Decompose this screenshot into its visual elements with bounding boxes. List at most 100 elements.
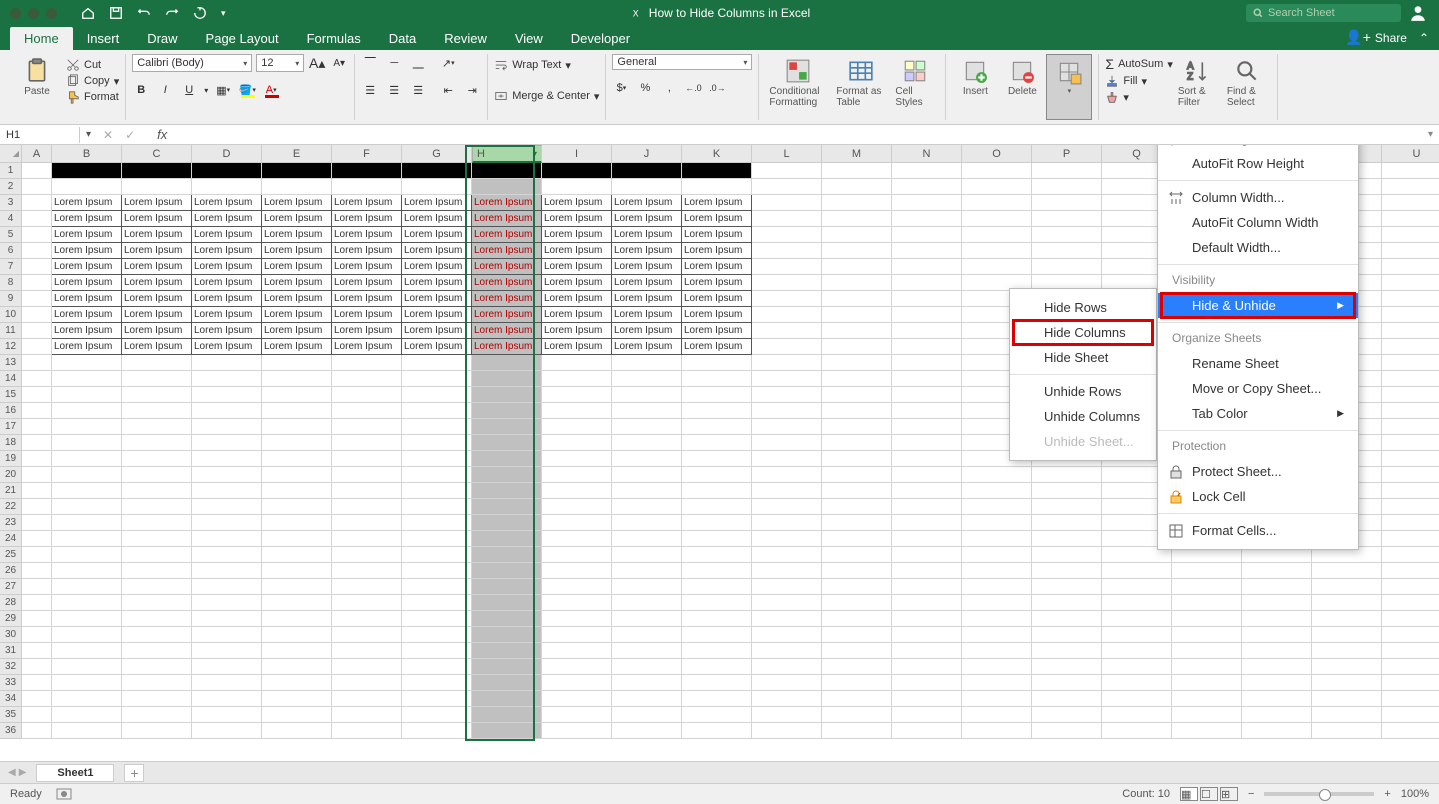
cell[interactable] <box>22 691 52 707</box>
cell[interactable] <box>752 499 822 515</box>
cell[interactable] <box>1382 227 1439 243</box>
home-icon[interactable] <box>81 6 95 20</box>
add-sheet-button[interactable]: + <box>124 764 144 782</box>
cell[interactable] <box>962 723 1032 739</box>
cell[interactable]: Lorem Ipsum <box>612 227 682 243</box>
cell[interactable]: Lorem Ipsum <box>122 227 192 243</box>
cell[interactable]: Lorem Ipsum <box>542 259 612 275</box>
cell[interactable] <box>542 547 612 563</box>
submenu-hide-rows[interactable]: Hide Rows <box>1010 295 1156 320</box>
cell[interactable] <box>22 355 52 371</box>
cell[interactable] <box>612 435 682 451</box>
cell[interactable] <box>402 563 472 579</box>
cell[interactable]: Lorem Ipsum <box>682 307 752 323</box>
number-format-select[interactable]: General <box>612 54 752 70</box>
cell[interactable]: Lorem Ipsum <box>542 243 612 259</box>
cell[interactable] <box>752 515 822 531</box>
cell[interactable] <box>962 611 1032 627</box>
cell[interactable] <box>822 163 892 179</box>
cell[interactable] <box>1242 627 1312 643</box>
sheet-nav[interactable]: ◀▶ <box>8 767 26 778</box>
cell[interactable]: Lorem Ipsum <box>682 323 752 339</box>
cell[interactable] <box>1382 611 1439 627</box>
cell[interactable] <box>752 595 822 611</box>
row-header[interactable]: 34 <box>0 691 22 707</box>
cell[interactable] <box>22 515 52 531</box>
cell[interactable] <box>612 451 682 467</box>
cell[interactable] <box>752 323 822 339</box>
cell[interactable] <box>752 467 822 483</box>
cell[interactable] <box>52 659 122 675</box>
cell[interactable]: Lorem Ipsum <box>332 339 402 355</box>
cell[interactable] <box>892 243 962 259</box>
cell[interactable] <box>122 531 192 547</box>
column-header-N[interactable]: N <box>892 145 962 163</box>
cell[interactable]: Lorem Ipsum <box>682 243 752 259</box>
cell[interactable] <box>612 387 682 403</box>
cell[interactable] <box>22 419 52 435</box>
column-header-L[interactable]: L <box>752 145 822 163</box>
cell[interactable] <box>332 643 402 659</box>
cell[interactable]: Lorem Ipsum <box>52 339 122 355</box>
cell[interactable]: Lorem Ipsum <box>682 259 752 275</box>
align-bottom-button[interactable]: ⎽ <box>409 54 427 72</box>
cell[interactable] <box>962 595 1032 611</box>
cell[interactable] <box>192 499 262 515</box>
cell[interactable] <box>22 547 52 563</box>
row-header[interactable]: 5 <box>0 227 22 243</box>
zoom-out-button[interactable]: − <box>1248 788 1254 800</box>
cell[interactable] <box>962 579 1032 595</box>
cell[interactable] <box>542 531 612 547</box>
cell[interactable] <box>612 643 682 659</box>
cell[interactable] <box>822 403 892 419</box>
tab-developer[interactable]: Developer <box>557 27 644 50</box>
cell[interactable]: Lorem Ipsum <box>122 275 192 291</box>
cell[interactable] <box>402 451 472 467</box>
cell[interactable] <box>1382 403 1439 419</box>
window-controls[interactable] <box>0 8 57 19</box>
cell[interactable]: Lorem Ipsum <box>122 307 192 323</box>
cell[interactable] <box>402 531 472 547</box>
cell[interactable] <box>52 419 122 435</box>
cell[interactable] <box>1382 419 1439 435</box>
cell[interactable] <box>682 435 752 451</box>
cell[interactable] <box>752 243 822 259</box>
row-header[interactable]: 27 <box>0 579 22 595</box>
cell[interactable] <box>122 595 192 611</box>
row-header[interactable]: 26 <box>0 563 22 579</box>
cell[interactable] <box>332 371 402 387</box>
cell[interactable]: Lorem Ipsum <box>262 323 332 339</box>
underline-button[interactable]: U <box>180 81 198 99</box>
cell[interactable] <box>612 499 682 515</box>
format-painter-button[interactable]: Format <box>66 90 119 104</box>
tab-data[interactable]: Data <box>375 27 430 50</box>
cell[interactable] <box>262 707 332 723</box>
column-header-K[interactable]: K <box>682 145 752 163</box>
cell[interactable]: Lorem Ipsum <box>262 339 332 355</box>
cell[interactable] <box>1312 563 1382 579</box>
cell[interactable] <box>752 451 822 467</box>
spreadsheet-grid[interactable]: ABCDEFGHIJKLMNOPQRSTUV 123Lorem IpsumLor… <box>0 145 1439 761</box>
cell[interactable] <box>262 419 332 435</box>
cell[interactable] <box>682 579 752 595</box>
cell[interactable]: Lorem Ipsum <box>192 275 262 291</box>
cell[interactable] <box>192 659 262 675</box>
cell[interactable] <box>1382 627 1439 643</box>
format-cells-button[interactable]: ▾ <box>1046 54 1092 120</box>
cell[interactable] <box>1382 435 1439 451</box>
cell[interactable] <box>1102 691 1172 707</box>
qat-dropdown-icon[interactable]: ▾ <box>221 8 226 19</box>
cell[interactable] <box>192 467 262 483</box>
cell[interactable] <box>1382 339 1439 355</box>
undo-icon[interactable] <box>137 6 151 20</box>
cell[interactable] <box>612 627 682 643</box>
cell[interactable] <box>542 179 612 195</box>
cell[interactable] <box>1172 659 1242 675</box>
row-header[interactable]: 2 <box>0 179 22 195</box>
cell[interactable] <box>542 611 612 627</box>
align-right-button[interactable]: ☰ <box>409 81 427 99</box>
cell[interactable] <box>682 419 752 435</box>
column-header-D[interactable]: D <box>192 145 262 163</box>
cell[interactable] <box>612 723 682 739</box>
cell[interactable] <box>332 419 402 435</box>
